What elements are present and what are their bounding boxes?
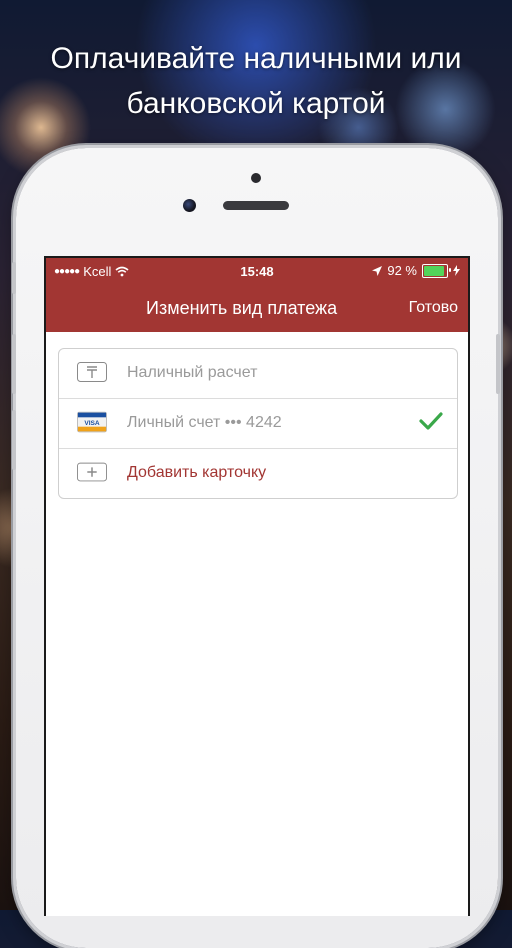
page-title: Изменить вид платежа	[146, 298, 338, 318]
battery-icon	[422, 263, 451, 278]
plus-icon	[77, 462, 107, 482]
phone-mute-switch	[12, 262, 16, 294]
payment-method-list: Наличный расчет VISA Личный счет ••• 424…	[58, 348, 458, 499]
nav-bar: Изменить вид платежа Готово	[46, 284, 468, 332]
front-camera	[183, 199, 196, 212]
done-button[interactable]: Готово	[409, 299, 458, 317]
add-card-button[interactable]: Добавить карточку	[59, 449, 457, 498]
phone-volume-up	[12, 334, 16, 394]
status-bar: ●●●●● Kcell 15:48 92 %	[46, 258, 468, 284]
checkmark-icon	[419, 412, 443, 430]
battery-percent: 92 %	[387, 263, 417, 278]
battery-level	[424, 265, 445, 276]
visa-card-icon: VISA	[77, 411, 107, 433]
payment-method-label: Личный счет ••• 4242	[127, 414, 282, 431]
location-arrow-icon	[372, 265, 383, 276]
payment-method-cash[interactable]: Наличный расчет	[59, 349, 457, 399]
earpiece-speaker	[223, 201, 289, 210]
add-card-label: Добавить карточку	[127, 464, 267, 481]
phone-volume-down	[12, 410, 16, 470]
svg-text:VISA: VISA	[84, 420, 100, 427]
hero-title-line-1: Оплачивайте наличными или	[50, 42, 462, 75]
hero-title-line-2: банковской картой	[126, 87, 386, 120]
proximity-sensor	[251, 173, 261, 183]
payment-method-card[interactable]: VISA Личный счет ••• 4242	[59, 399, 457, 449]
tenge-icon	[77, 362, 107, 382]
phone-power-button	[496, 334, 500, 394]
charging-bolt-icon	[453, 265, 460, 276]
hero-title: Оплачивайте наличными или банковской кар…	[0, 36, 512, 126]
payment-method-label: Наличный расчет	[127, 364, 258, 381]
app-screen: ●●●●● Kcell 15:48 92 % Изменить вид плат…	[44, 256, 470, 916]
